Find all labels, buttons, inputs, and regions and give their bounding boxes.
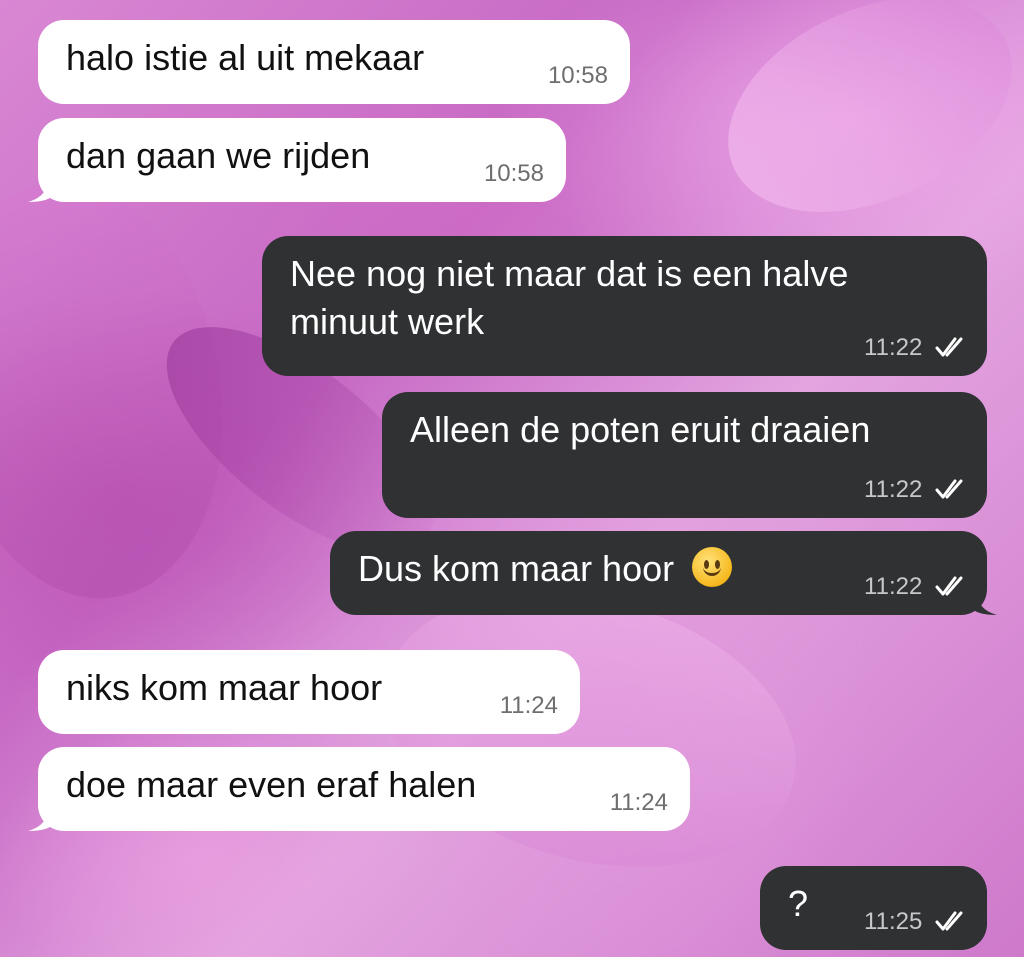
message-time: 11:22: [864, 476, 923, 503]
message-time: 11:24: [499, 692, 558, 719]
slightly-smiling-face-icon: [692, 547, 733, 587]
message-time: 10:58: [547, 62, 608, 89]
wallpaper-petal: [693, 0, 1024, 255]
incoming-message[interactable]: dan gaan we rijden 10:58: [28, 118, 566, 202]
read-double-check-icon: [935, 911, 963, 931]
incoming-message[interactable]: niks kom maar hoor 11:24: [38, 650, 580, 734]
incoming-message[interactable]: doe maar even eraf halen 11:24: [28, 747, 690, 831]
message-time: 11:24: [609, 789, 668, 816]
message-time: 11:22: [864, 334, 923, 361]
outgoing-message[interactable]: Dus kom maar hoor 11:22: [330, 531, 997, 615]
message-text: dan gaan we rijden: [66, 135, 371, 176]
outgoing-message[interactable]: Alleen de poten eruit draaien 11:22: [382, 392, 987, 518]
message-text: Dus kom maar hoor: [358, 548, 675, 589]
message-text: halo istie al uit mekaar: [66, 37, 425, 78]
message-text-line-1: Nee nog niet maar dat is een halve: [290, 253, 849, 294]
message-time: 10:58: [483, 160, 544, 187]
read-double-check-icon: [935, 479, 963, 499]
incoming-message[interactable]: halo istie al uit mekaar 10:58: [38, 20, 630, 104]
message-text: doe maar even eraf halen: [66, 764, 477, 805]
message-text: Alleen de poten eruit draaien: [410, 409, 871, 450]
message-text: niks kom maar hoor: [66, 667, 383, 708]
bubble-tail: [975, 589, 997, 615]
read-double-check-icon: [935, 576, 963, 596]
message-text-line-2: minuut werk: [290, 301, 485, 342]
message-text: ?: [788, 883, 809, 924]
message-time: 11:25: [864, 908, 923, 935]
wallpaper-petal: [0, 158, 255, 622]
bubble-tail: [28, 176, 50, 202]
outgoing-message[interactable]: ? 11:25: [760, 866, 987, 950]
bubble-tail: [28, 805, 50, 831]
message-time: 11:22: [864, 573, 923, 600]
read-double-check-icon: [935, 337, 963, 357]
outgoing-message[interactable]: Nee nog niet maar dat is een halve minuu…: [262, 236, 987, 376]
